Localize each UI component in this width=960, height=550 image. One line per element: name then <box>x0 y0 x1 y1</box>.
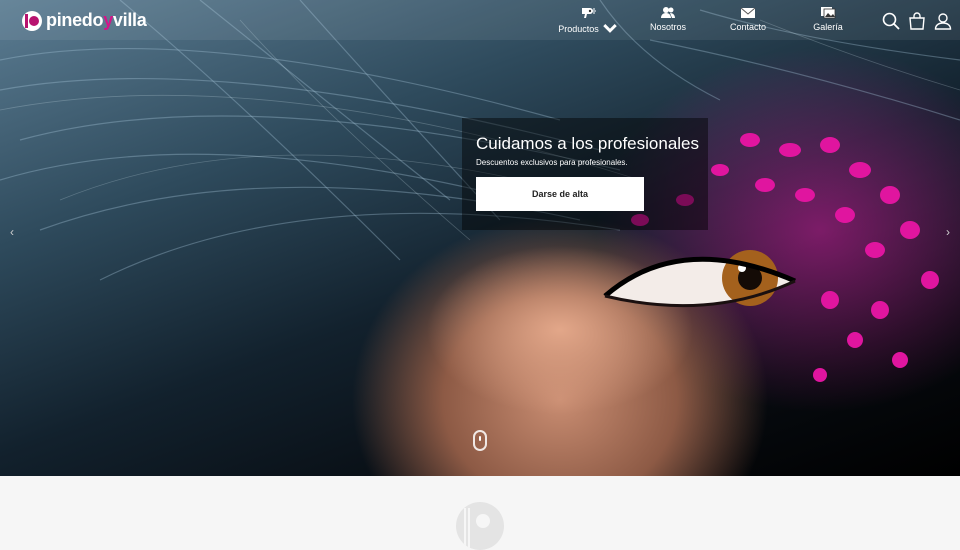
nav-item-productos[interactable]: Productos <box>548 6 628 35</box>
scroll-down-icon[interactable] <box>473 430 487 451</box>
nav-item-galeria[interactable]: Galería <box>788 6 868 35</box>
top-navigation-bar: pinedoyvilla Productos Nosotros Contacto… <box>0 0 960 40</box>
logo-text: pinedoyvilla <box>46 10 147 30</box>
main-nav: Productos Nosotros Contacto Galería <box>548 6 868 35</box>
chevron-down-icon <box>603 24 617 33</box>
search-icon[interactable] <box>882 12 900 30</box>
slide-caption: Cuidamos a los profesionales Descuentos … <box>462 118 708 230</box>
nav-label-nosotros: Nosotros <box>649 22 686 32</box>
user-icon[interactable] <box>934 12 952 30</box>
dryer-icon <box>582 8 596 18</box>
logo-mark-icon <box>22 10 42 31</box>
content-section <box>0 476 960 550</box>
hero-slider: ‹ › Cuidamos a los profesionales Descuen… <box>0 0 960 476</box>
nav-item-nosotros[interactable]: Nosotros <box>628 6 708 35</box>
eye-image <box>603 250 796 308</box>
envelope-icon <box>740 7 756 18</box>
people-icon <box>661 7 675 18</box>
section-logo-icon <box>456 502 504 550</box>
carousel-prev-arrow[interactable]: ‹ <box>10 225 14 239</box>
nav-label-productos: Productos <box>558 23 599 34</box>
nav-item-contacto[interactable]: Contacto <box>708 6 788 35</box>
carousel-next-arrow[interactable]: › <box>946 225 950 239</box>
slide-title: Cuidamos a los profesionales <box>476 134 700 153</box>
nav-label-galeria: Galería <box>813 22 843 32</box>
signup-button[interactable]: Darse de alta <box>476 177 644 211</box>
shopping-bag-icon[interactable] <box>908 12 926 30</box>
nav-label-contacto: Contacto <box>729 22 767 32</box>
slide-subtitle: Descuentos exclusivos para profesionales… <box>476 158 628 167</box>
gallery-icon <box>821 7 836 19</box>
header-actions <box>882 12 952 30</box>
brand-logo[interactable]: pinedoyvilla <box>22 10 147 31</box>
